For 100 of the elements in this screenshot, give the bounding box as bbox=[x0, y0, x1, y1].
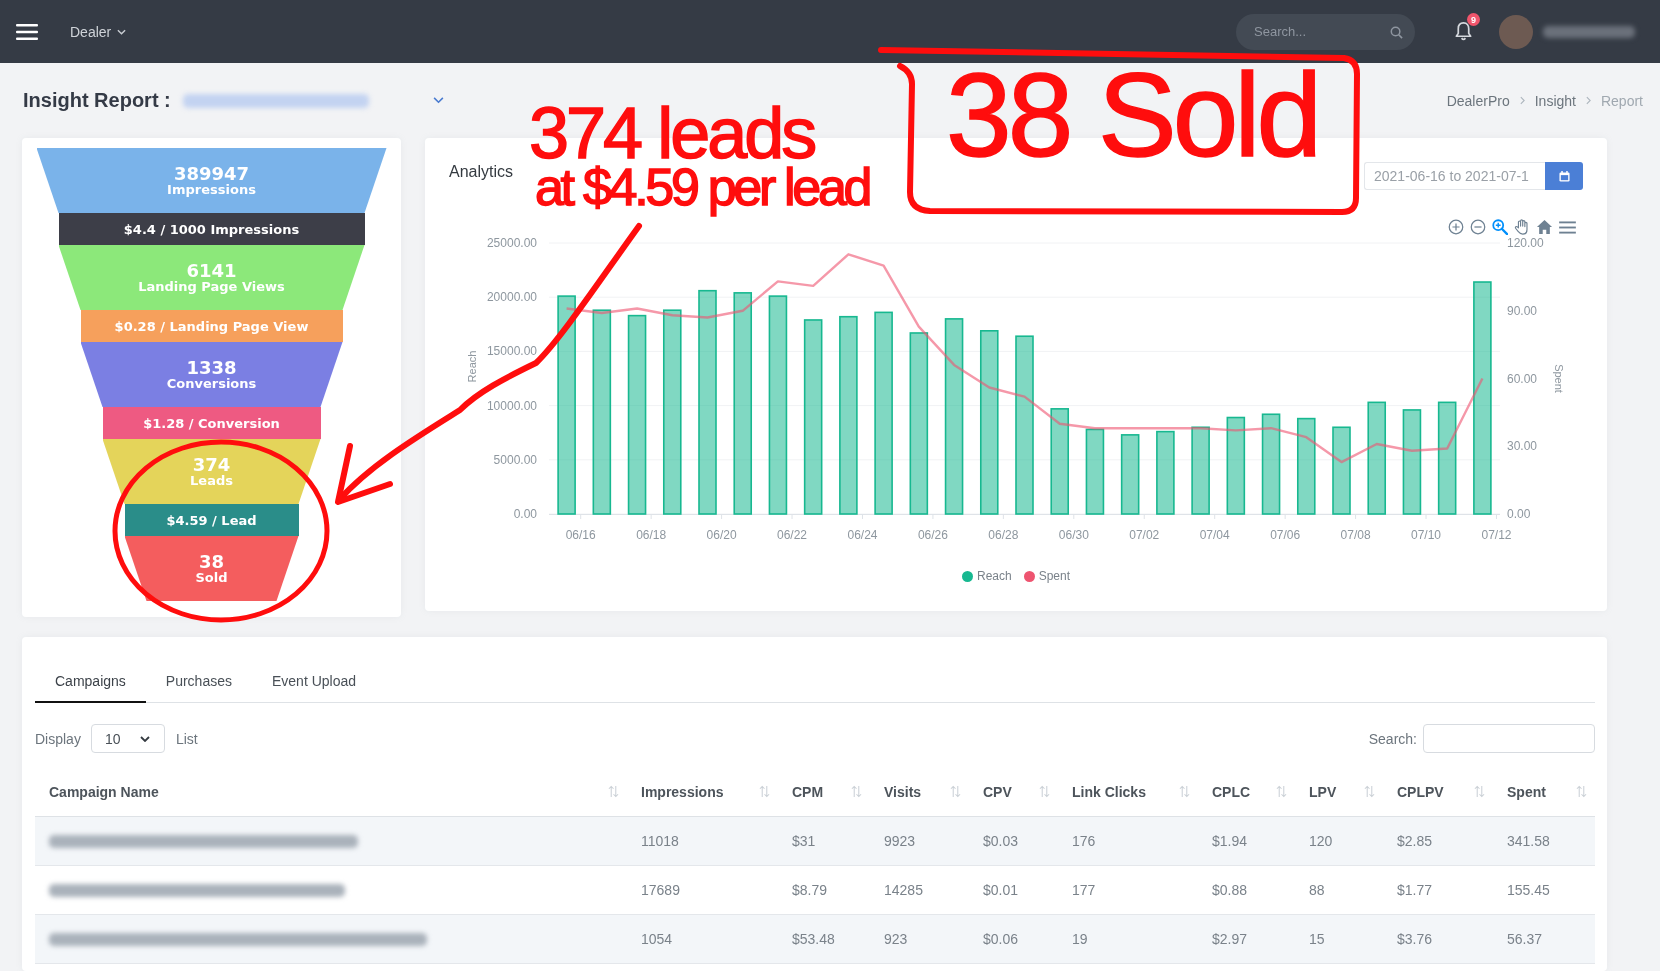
axis-title: Reach bbox=[466, 350, 478, 383]
table-cell: $53.48 bbox=[778, 914, 870, 964]
legend-label[interactable]: Spent bbox=[1038, 569, 1070, 583]
table-cell: 341.58 bbox=[1493, 816, 1595, 866]
funnel-value: 389947 bbox=[173, 164, 250, 183]
chevron-down-icon[interactable] bbox=[432, 97, 444, 104]
chart-title: Analytics bbox=[449, 162, 514, 182]
funnel-rate-band: $4.59 / Lead bbox=[124, 504, 299, 536]
sort-icon[interactable] bbox=[759, 785, 770, 798]
column-header[interactable]: LPV bbox=[1309, 783, 1337, 800]
axis-tick-label: 20000.00 bbox=[486, 290, 537, 305]
sort-icon[interactable] bbox=[1576, 785, 1587, 798]
table-cell: $0.01 bbox=[969, 865, 1058, 915]
table-cell: 88 bbox=[1295, 865, 1383, 915]
axis-tick-label: 07/04 bbox=[1199, 528, 1230, 542]
notification-badge: 9 bbox=[1467, 13, 1480, 26]
search-input[interactable] bbox=[1423, 724, 1595, 753]
tab[interactable]: Event Upload bbox=[252, 661, 377, 703]
table-cell: 14285 bbox=[870, 865, 969, 915]
column-header[interactable]: CPLC bbox=[1212, 783, 1251, 800]
page-size-select[interactable]: 10 bbox=[90, 724, 165, 753]
funnel-rate-band: $1.28 / Conversion bbox=[102, 407, 321, 439]
axis-tick-label: 07/08 bbox=[1340, 528, 1371, 542]
column-header[interactable]: CPLPV bbox=[1397, 783, 1444, 800]
funnel-rate-band: $0.28 / Landing Page View bbox=[80, 310, 343, 342]
legend-label[interactable]: Reach bbox=[976, 569, 1012, 583]
table-cell: $1.77 bbox=[1383, 865, 1493, 915]
column-header[interactable]: Campaign Name bbox=[49, 783, 159, 800]
calendar-icon bbox=[1558, 170, 1570, 182]
sort-icon[interactable] bbox=[1039, 785, 1050, 798]
table-cell: 177 bbox=[1058, 865, 1198, 915]
menu-icon[interactable] bbox=[16, 23, 38, 40]
table-cell: $1.94 bbox=[1198, 816, 1295, 866]
zoom-out-icon[interactable] bbox=[1470, 219, 1486, 235]
bell-icon[interactable] bbox=[1454, 21, 1473, 42]
column-header[interactable]: CPM bbox=[792, 783, 824, 800]
column-header[interactable]: Impressions bbox=[641, 783, 724, 800]
axis-tick-label: 30.00 bbox=[1507, 439, 1538, 454]
axis-tick-label: 06/26 bbox=[917, 528, 948, 542]
sort-icon[interactable] bbox=[851, 785, 862, 798]
breadcrumb-link[interactable]: DealerPro bbox=[1446, 92, 1510, 109]
axis-tick-label: 07/06 bbox=[1270, 528, 1301, 542]
breadcrumb-link[interactable]: Insight bbox=[1534, 92, 1576, 109]
hand-icon[interactable] bbox=[1514, 219, 1530, 235]
handwritten-note: 38 Sold bbox=[946, 68, 1319, 163]
dealer-menu[interactable]: Dealer bbox=[70, 23, 127, 40]
tab[interactable]: Campaigns bbox=[35, 661, 146, 703]
table-cell: 15 bbox=[1295, 914, 1383, 964]
axis-tick-label: 0.00 bbox=[1507, 507, 1531, 521]
table-cell: 56.37 bbox=[1493, 914, 1595, 964]
sort-icon[interactable] bbox=[1474, 785, 1485, 798]
table-cell: $0.88 bbox=[1198, 865, 1295, 915]
funnel-label: Impressions bbox=[167, 183, 256, 197]
search-label: Search: bbox=[1368, 730, 1417, 747]
zoom-in-icon[interactable] bbox=[1448, 219, 1464, 235]
zoom-icon[interactable] bbox=[1492, 219, 1508, 235]
chevron-right-icon bbox=[1585, 96, 1591, 105]
table-cell: $0.06 bbox=[969, 914, 1058, 964]
calendar-button[interactable] bbox=[1545, 162, 1583, 190]
home-icon[interactable] bbox=[1536, 219, 1553, 235]
table-cell: $0.03 bbox=[969, 816, 1058, 866]
search-field[interactable]: Search... bbox=[1236, 13, 1415, 50]
axis-tick-label: 90.00 bbox=[1507, 303, 1538, 318]
chevron-down-icon bbox=[117, 28, 127, 35]
table-cell: $2.97 bbox=[1198, 914, 1295, 964]
axis-tick-label: 06/16 bbox=[565, 528, 596, 542]
table-cell: 120 bbox=[1295, 816, 1383, 866]
sort-icon[interactable] bbox=[1364, 785, 1375, 798]
column-header[interactable]: CPV bbox=[983, 783, 1012, 800]
length-label: Display bbox=[35, 730, 81, 747]
axis-tick-label: 06/30 bbox=[1058, 528, 1089, 542]
funnel-label: Landing Page Views bbox=[138, 280, 285, 294]
funnel-value: 38 bbox=[198, 552, 225, 571]
axis-tick-label: 10000.00 bbox=[486, 398, 537, 413]
tab[interactable]: Purchases bbox=[145, 661, 252, 703]
axis-tick-label: 07/12 bbox=[1481, 528, 1512, 542]
table-cell: $2.85 bbox=[1383, 816, 1493, 866]
avatar-placeholder[interactable] bbox=[1499, 14, 1533, 49]
sort-icon[interactable] bbox=[608, 785, 619, 798]
axis-tick-label: 07/10 bbox=[1411, 528, 1442, 542]
chevron-down-icon bbox=[139, 735, 150, 742]
table-cell: $3.76 bbox=[1383, 914, 1493, 964]
sort-icon[interactable] bbox=[1276, 785, 1287, 798]
column-header[interactable]: Link Clicks bbox=[1072, 783, 1146, 800]
column-header[interactable]: Visits bbox=[884, 783, 922, 800]
sort-icon[interactable] bbox=[950, 785, 961, 798]
breadcrumb-current: Report bbox=[1600, 92, 1643, 109]
table-cell: 1054 bbox=[627, 914, 778, 964]
column-header[interactable]: Spent bbox=[1507, 783, 1546, 800]
axis-tick-label: 06/20 bbox=[706, 528, 737, 542]
table-cell: 176 bbox=[1058, 816, 1198, 866]
axis-title: Spent bbox=[1553, 364, 1565, 393]
table-cell: 155.45 bbox=[1493, 865, 1595, 915]
table-cell: 17689 bbox=[627, 865, 778, 915]
funnel-label: Leads bbox=[190, 474, 233, 488]
length-label: List bbox=[175, 730, 198, 747]
funnel-value: 374 bbox=[192, 455, 231, 474]
axis-tick-label: 25000.00 bbox=[486, 236, 537, 250]
sort-icon[interactable] bbox=[1179, 785, 1190, 798]
axis-tick-label: 06/28 bbox=[988, 528, 1019, 542]
